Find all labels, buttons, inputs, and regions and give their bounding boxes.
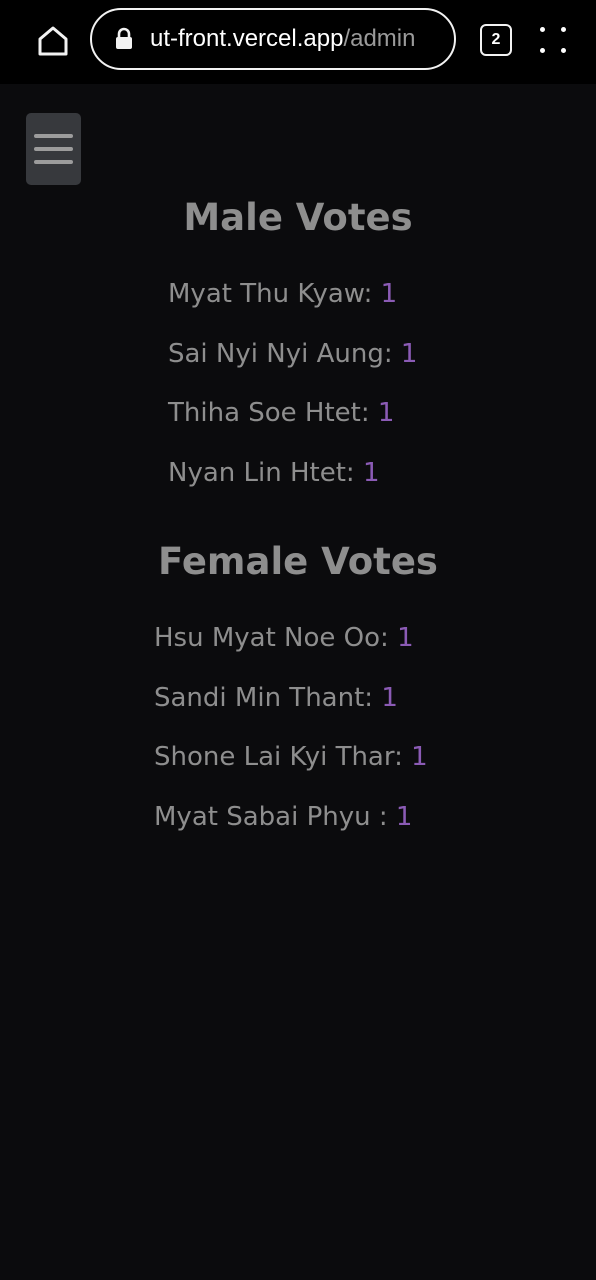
female-votes-title: Female Votes <box>158 540 438 583</box>
url-path: /admin <box>343 25 416 52</box>
vote-count: 1 <box>411 742 428 773</box>
url-host: ut-front.vercel.app <box>150 25 344 52</box>
candidate-name: Thiha Soe Htet: <box>168 398 370 429</box>
vote-item: Shone Lai Kyi Thar: 1 <box>154 741 428 801</box>
candidate-name: Sai Nyi Nyi Aung: <box>168 338 393 369</box>
hamburger-menu-icon <box>34 160 73 164</box>
vote-count: 1 <box>377 398 395 429</box>
url-text: ut-front.vercel.app/admin <box>150 25 415 53</box>
tab-switcher-button[interactable]: 2 <box>480 24 512 56</box>
more-options-button[interactable] <box>537 24 569 56</box>
male-votes-title: Male Votes <box>183 196 413 239</box>
candidate-name: Hsu Myat Noe Oo: <box>154 623 389 653</box>
hamburger-menu-icon <box>34 147 73 151</box>
browser-toolbar: ut-front.vercel.app/admin 2 <box>0 0 596 84</box>
vote-count: 1 <box>380 279 398 309</box>
vote-item: Thiha Soe Htet: 1 <box>168 397 417 457</box>
hamburger-menu-icon <box>34 134 73 138</box>
more-options-icon <box>540 48 545 53</box>
home-button[interactable] <box>33 22 73 60</box>
vote-item: Sai Nyi Nyi Aung: 1 <box>168 338 417 398</box>
male-votes-list: Myat Thu Kyaw: 1 Sai Nyi Nyi Aung: 1 Thi… <box>168 278 417 517</box>
vote-count: 1 <box>381 682 398 713</box>
vote-count: 1 <box>400 338 418 369</box>
tab-count: 2 <box>491 31 501 48</box>
female-votes-list: Hsu Myat Noe Oo: 1 Sandi Min Thant: 1 Sh… <box>154 622 428 861</box>
vote-item: Nyan Lin Htet: 1 <box>168 457 417 517</box>
candidate-name: Sandi Min Thant: <box>154 682 374 713</box>
vote-item: Myat Sabai Phyu : 1 <box>154 801 428 861</box>
candidate-name: Shone Lai Kyi Thar: <box>154 742 403 773</box>
hamburger-menu-button[interactable] <box>26 113 81 185</box>
vote-item: Myat Thu Kyaw: 1 <box>168 278 417 338</box>
more-options-icon <box>540 27 545 32</box>
vote-count: 1 <box>397 623 414 653</box>
lock-icon <box>116 27 132 49</box>
candidate-name: Myat Sabai Phyu : <box>154 802 388 833</box>
candidate-name: Nyan Lin Htet: <box>168 458 355 489</box>
address-bar[interactable]: ut-front.vercel.app/admin <box>90 8 456 70</box>
more-options-icon <box>561 27 566 32</box>
vote-item: Sandi Min Thant: 1 <box>154 682 428 742</box>
vote-count: 1 <box>395 802 413 833</box>
home-icon <box>38 26 68 56</box>
candidate-name: Myat Thu Kyaw: <box>168 279 373 309</box>
vote-count: 1 <box>362 458 380 489</box>
vote-item: Hsu Myat Noe Oo: 1 <box>154 622 428 682</box>
more-options-icon <box>561 48 566 53</box>
